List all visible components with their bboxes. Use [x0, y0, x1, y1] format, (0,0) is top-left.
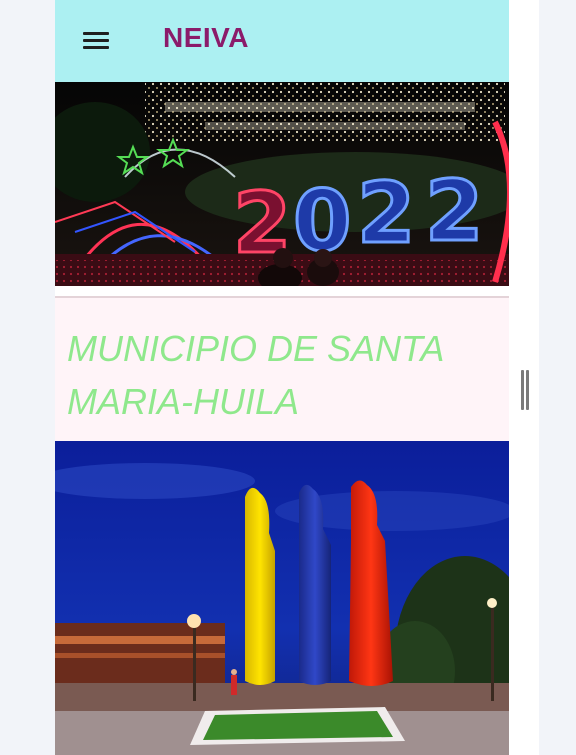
drag-handle-icon[interactable]: [519, 370, 531, 410]
svg-text:2: 2: [357, 164, 415, 262]
page-content: NEIVA 2 0 2 2 MUNICIPIO DE SANTA MARIA-H…: [55, 0, 509, 755]
svg-text:2: 2: [425, 162, 483, 260]
hamburger-menu-icon[interactable]: [79, 28, 113, 56]
section-title-band: MUNICIPIO DE SANTA MARIA-HUILA: [55, 298, 509, 441]
horse-statues-photo: [55, 441, 509, 755]
section-title: MUNICIPIO DE SANTA MARIA-HUILA: [67, 328, 444, 422]
brand-title[interactable]: NEIVA: [163, 22, 249, 54]
christmas-lights-photo: 2 0 2 2: [55, 82, 509, 286]
app-bar: NEIVA: [55, 0, 509, 82]
